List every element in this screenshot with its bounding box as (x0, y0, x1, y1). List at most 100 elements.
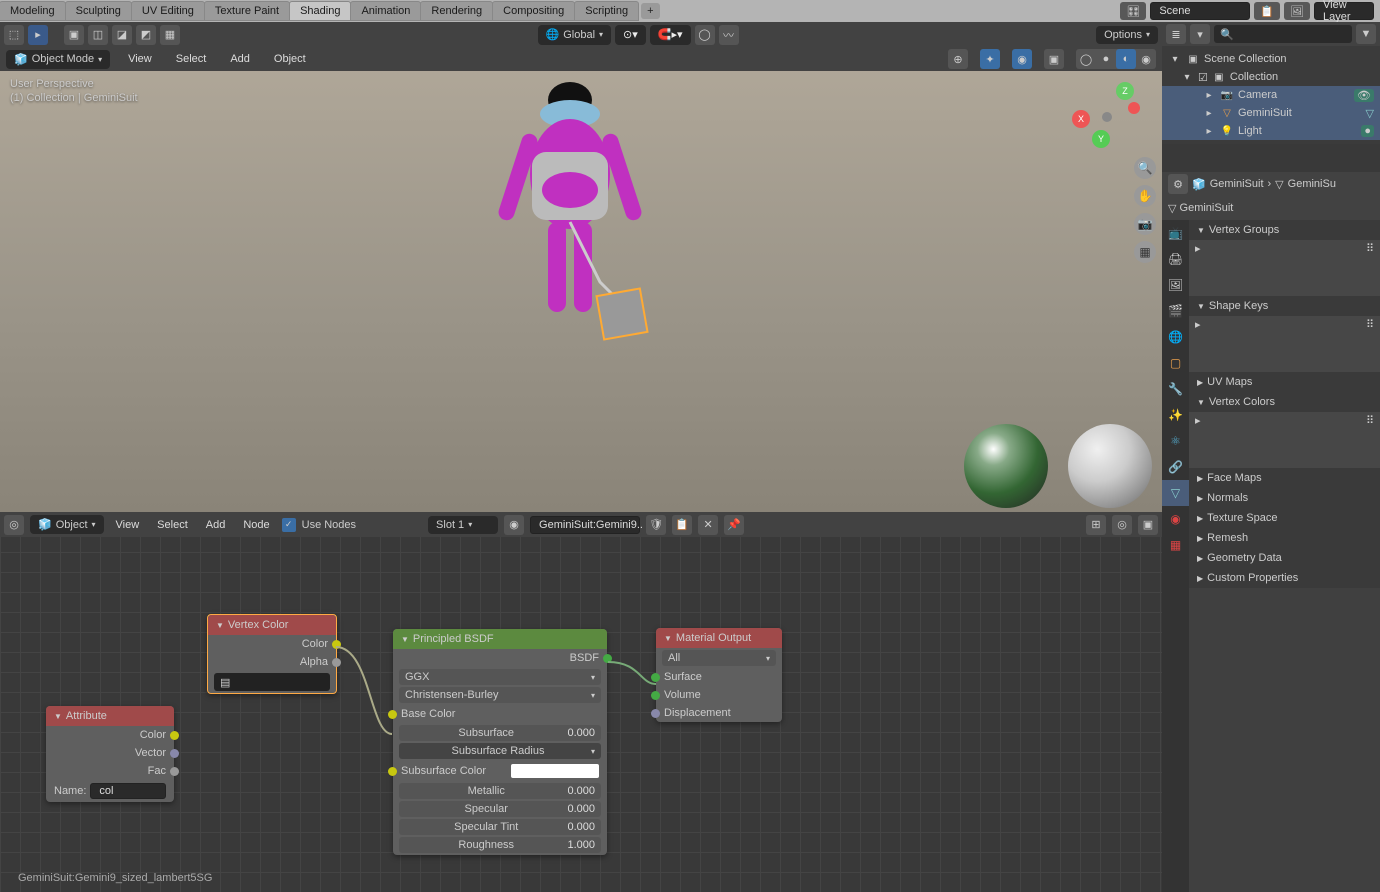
outliner-geminisuit[interactable]: GeminiSuit (1238, 107, 1292, 119)
node-node-menu[interactable]: Node (237, 516, 275, 534)
outliner-tree[interactable]: ▾▣Scene Collection ▾☑▣Collection ▸📷Camer… (1162, 46, 1380, 144)
select-menu[interactable]: Select (170, 50, 213, 68)
proportional-falloff-button[interactable]: 〰 (719, 25, 739, 45)
ptab-output-icon[interactable]: 🖨 (1162, 246, 1189, 272)
node-object-dropdown[interactable]: 🧊Object▾ (30, 515, 104, 534)
node-vertex-color[interactable]: ▼Vertex Color Color Alpha ▤ (207, 614, 337, 694)
ptab-object-icon[interactable]: ▢ (1162, 350, 1189, 376)
panel-remesh[interactable]: ▶Remesh (1189, 528, 1380, 548)
tab-sculpting[interactable]: Sculpting (65, 1, 132, 21)
panel-uv-maps[interactable]: ▶UV Maps (1189, 372, 1380, 392)
specular-tint-field[interactable]: Specular Tint0.000 (399, 819, 601, 835)
shading-wireframe-button[interactable]: ◯ (1076, 49, 1096, 69)
panel-texture-space[interactable]: ▶Texture Space (1189, 508, 1380, 528)
breadcrumb-object[interactable]: GeminiSuit (1210, 178, 1264, 190)
panel-shape-keys[interactable]: ▼Shape Keys (1189, 296, 1380, 316)
add-menu[interactable]: Add (224, 50, 256, 68)
gizmo-x-axis[interactable]: X (1072, 110, 1090, 128)
tab-uv-editing[interactable]: UV Editing (131, 1, 205, 21)
material-name-field[interactable]: GeminiSuit:Gemini9.. (530, 516, 640, 534)
gizmo-button[interactable]: ✦ (980, 49, 1000, 69)
select-tool3-icon[interactable]: ◩ (136, 25, 156, 45)
ptab-world-icon[interactable]: 🌐 (1162, 324, 1189, 350)
tab-compositing[interactable]: Compositing (492, 1, 575, 21)
xray-button[interactable]: ▣ (1044, 49, 1064, 69)
specular-field[interactable]: Specular0.000 (399, 801, 601, 817)
tab-modeling[interactable]: Modeling (0, 1, 66, 21)
panel-vertex-colors[interactable]: ▼Vertex Colors (1189, 392, 1380, 412)
material-pin-icon[interactable]: 📌 (724, 515, 744, 535)
collection-label[interactable]: Collection (1230, 71, 1278, 83)
outliner-light[interactable]: Light (1238, 125, 1262, 137)
outliner-display-button[interactable]: ▾ (1190, 24, 1210, 44)
ptab-scene-icon[interactable]: 🎬 (1162, 298, 1189, 324)
ptab-particles-icon[interactable]: ✨ (1162, 402, 1189, 428)
panel-face-maps[interactable]: ▶Face Maps (1189, 468, 1380, 488)
scene-browse-button[interactable]: 🎛 (1120, 2, 1146, 20)
node-material-output[interactable]: ▼Material Output All▾ Surface Volume Dis… (656, 628, 782, 722)
gizmo-z-axis[interactable]: Z (1116, 82, 1134, 100)
material-browse-button[interactable]: ◉ (504, 515, 524, 535)
node-add-menu[interactable]: Add (200, 516, 232, 534)
ptab-material-icon[interactable]: ◉ (1162, 506, 1189, 532)
3d-viewport[interactable]: ⬚ ▸ ▣ ◫ ◪ ◩ ▦ 🌐Global▾ ⊙▾ 🧲▸▾ ◯ 〰 Option… (0, 22, 1162, 512)
shading-matprev-button[interactable]: ◐ (1116, 49, 1136, 69)
panel-custom-properties[interactable]: ▶Custom Properties (1189, 568, 1380, 588)
metallic-field[interactable]: Metallic0.000 (399, 783, 601, 799)
perspective-icon[interactable]: ▦ (1134, 241, 1156, 263)
scene-name-field[interactable]: Scene (1150, 2, 1250, 20)
overlay-toggle-button[interactable]: ◉ (1012, 49, 1032, 69)
tab-texture-paint[interactable]: Texture Paint (204, 1, 290, 21)
orientation-dropdown[interactable]: 🌐Global▾ (538, 25, 612, 45)
mode-dropdown[interactable]: 🧊Object Mode▾ (6, 50, 110, 69)
ptab-render-icon[interactable]: 📺 (1162, 220, 1189, 246)
proportional-edit-button[interactable]: ◯ (695, 25, 715, 45)
node-attribute[interactable]: ▼Attribute Color Vector Fac Name:col (46, 706, 174, 802)
subsurface-radius-field[interactable]: Subsurface Radius▾ (399, 743, 601, 759)
distribution-dropdown[interactable]: GGX▾ (399, 669, 601, 685)
panel-normals[interactable]: ▶Normals (1189, 488, 1380, 508)
ptab-viewlayer-icon[interactable]: 🖼 (1162, 272, 1189, 298)
output-target-dropdown[interactable]: All▾ (662, 650, 776, 666)
pan-icon[interactable]: ✋ (1134, 185, 1156, 207)
camera-view-icon[interactable]: 📷 (1134, 213, 1156, 235)
tab-scripting[interactable]: Scripting (574, 1, 639, 21)
object-menu[interactable]: Object (268, 50, 312, 68)
scene-new-button[interactable]: 📋 (1254, 2, 1280, 20)
select-box-icon[interactable]: ▣ (64, 25, 84, 45)
panel-vertex-groups[interactable]: ▼Vertex Groups (1189, 220, 1380, 240)
node-overlay3-icon[interactable]: ▣ (1138, 515, 1158, 535)
node-editor-type-button[interactable]: ◎ (4, 515, 24, 535)
select-tool-icon[interactable]: ◫ (88, 25, 108, 45)
shader-node-editor[interactable]: ◎ 🧊Object▾ View Select Add Node ✓ Use No… (0, 512, 1162, 892)
breadcrumb-mesh[interactable]: GeminiSu (1288, 178, 1336, 190)
slot-dropdown[interactable]: Slot 1▾ (428, 516, 498, 534)
node-overlay2-icon[interactable]: ◎ (1112, 515, 1132, 535)
tab-rendering[interactable]: Rendering (420, 1, 493, 21)
node-select-menu[interactable]: Select (151, 516, 194, 534)
gizmo-y-axis[interactable]: Y (1092, 130, 1110, 148)
pivot-dropdown[interactable]: ⊙▾ (615, 25, 646, 45)
scene-collection-label[interactable]: Scene Collection (1204, 53, 1287, 65)
shading-solid-button[interactable]: ● (1096, 49, 1116, 69)
ptab-texture-icon[interactable]: ▦ (1162, 532, 1189, 558)
tab-shading[interactable]: Shading (289, 1, 351, 21)
snap-dropdown[interactable]: 🧲▸▾ (650, 25, 691, 45)
node-principled-bsdf[interactable]: ▼Principled BSDF BSDF GGX▾ Christensen-B… (393, 629, 607, 855)
outliner-camera[interactable]: Camera (1238, 89, 1277, 101)
subsurface-color-swatch[interactable] (511, 764, 599, 778)
node-view-menu[interactable]: View (110, 516, 146, 534)
use-nodes-checkbox[interactable]: ✓ (282, 518, 296, 532)
ptab-modifier-icon[interactable]: 🔧 (1162, 376, 1189, 402)
editor-type-button[interactable]: ⬚ (4, 25, 24, 45)
material-shield-icon[interactable]: 🛡 (646, 515, 666, 535)
shading-rendered-button[interactable]: ◉ (1136, 49, 1156, 69)
outliner-filter-button[interactable]: ▼ (1356, 24, 1376, 44)
nav-gizmo[interactable]: Z X Y (1072, 82, 1142, 152)
zoom-icon[interactable]: 🔍 (1134, 157, 1156, 179)
material-copy-icon[interactable]: 📋 (672, 515, 692, 535)
tab-animation[interactable]: Animation (350, 1, 421, 21)
ptab-physics-icon[interactable]: ⚛ (1162, 428, 1189, 454)
object-name-field[interactable]: GeminiSuit (1180, 202, 1234, 214)
ptab-constraint-icon[interactable]: 🔗 (1162, 454, 1189, 480)
